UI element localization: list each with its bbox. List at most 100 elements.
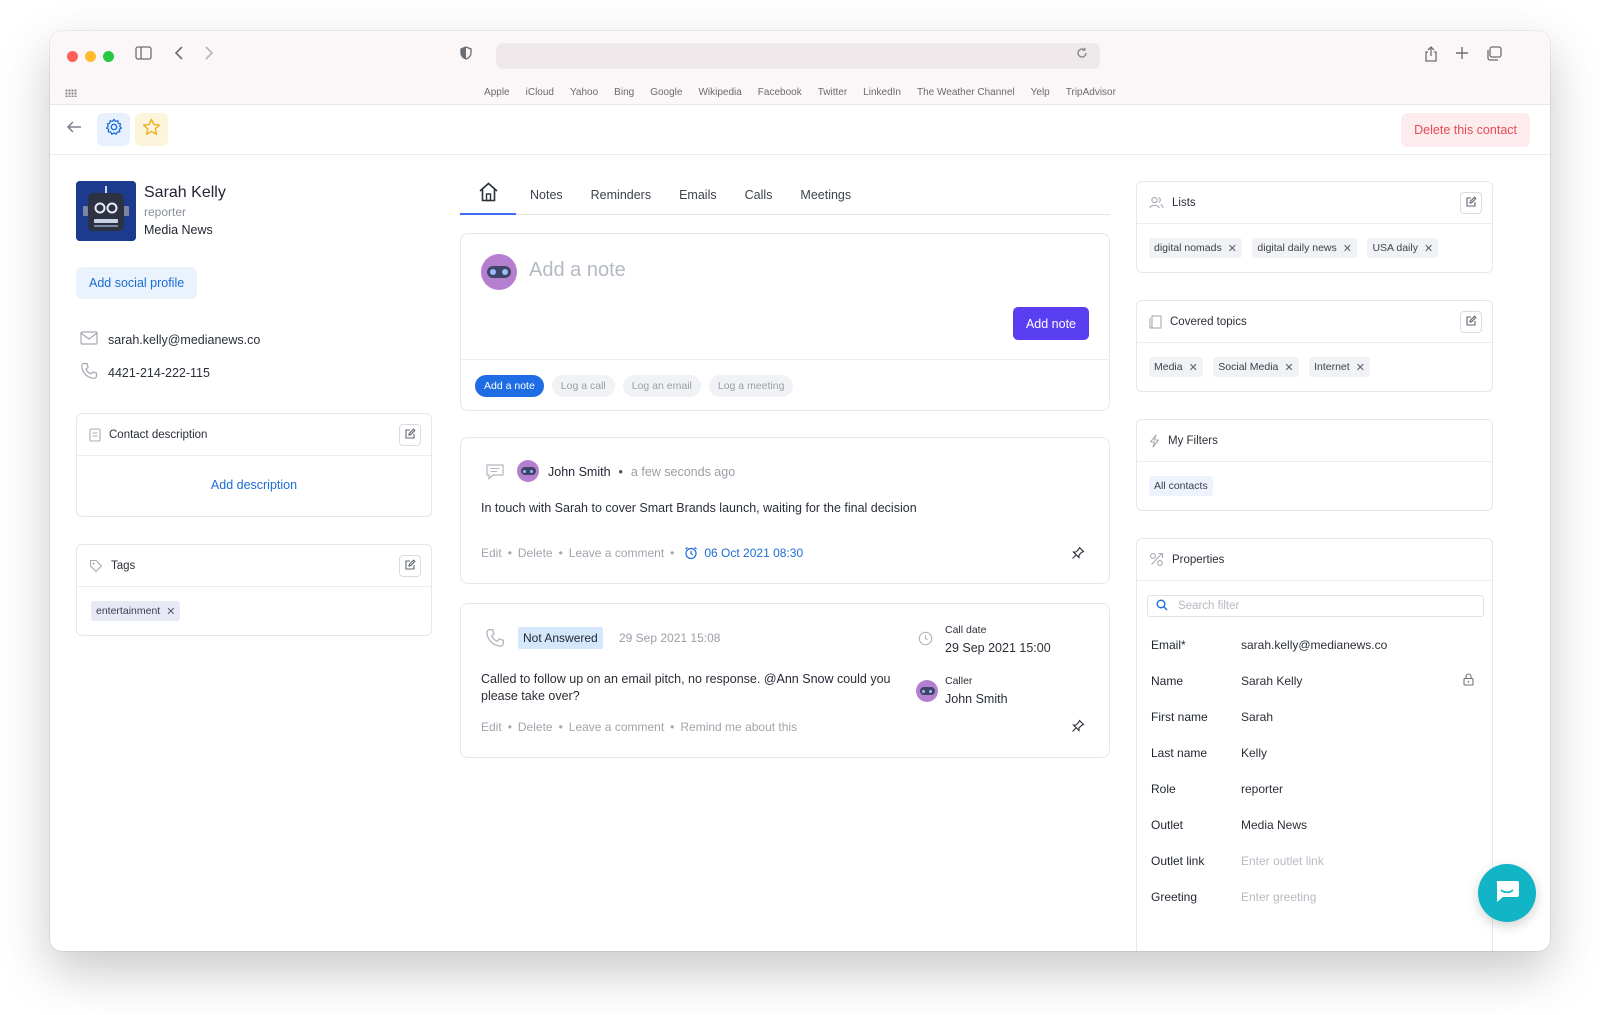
property-row[interactable]: Email* sarah.kelly@medianews.co xyxy=(1151,638,1387,652)
edit-link[interactable]: Edit xyxy=(481,546,502,560)
contact-phone[interactable]: 4421-214-222-115 xyxy=(108,366,210,380)
tab-home[interactable] xyxy=(460,181,516,215)
contact-phone-row[interactable]: 4421-214-222-115 xyxy=(80,362,210,383)
tab-emails[interactable]: Emails xyxy=(665,181,731,214)
chat-widget-button[interactable] xyxy=(1478,864,1536,922)
address-bar[interactable] xyxy=(496,43,1100,69)
mention-link[interactable]: @Ann Snow xyxy=(764,672,834,686)
filter-chip[interactable]: All contacts xyxy=(1149,476,1213,496)
properties-search-input[interactable]: Search filter xyxy=(1147,595,1484,617)
chip-label: Social Media xyxy=(1218,361,1279,373)
minimize-window-button[interactable] xyxy=(85,51,96,62)
favorite-link[interactable]: Facebook xyxy=(758,87,802,98)
lists-chips: digital nomads ✕ digital daily news ✕ USA … xyxy=(1137,224,1492,272)
favorite-link[interactable]: Bing xyxy=(614,87,634,98)
property-value[interactable]: Enter greeting xyxy=(1241,890,1316,904)
topics-chips: Media ✕ Social Media ✕ Internet ✕ xyxy=(1137,343,1492,391)
property-value[interactable]: Sarah Kelly xyxy=(1241,674,1302,688)
favorite-link[interactable]: Yelp xyxy=(1031,87,1050,98)
favorite-link[interactable]: Google xyxy=(650,87,682,98)
add-note-button[interactable]: Add note xyxy=(1012,307,1089,340)
property-value[interactable]: Media News xyxy=(1241,818,1307,832)
reminder-date[interactable]: 06 Oct 2021 08:30 xyxy=(704,546,803,560)
pin-icon[interactable] xyxy=(1071,546,1085,565)
privacy-shield-icon[interactable] xyxy=(460,46,472,64)
favorite-link[interactable]: Yahoo xyxy=(570,87,598,98)
browser-back-icon[interactable] xyxy=(174,46,184,64)
edit-description-button[interactable] xyxy=(399,424,421,446)
add-description-link[interactable]: Add description xyxy=(77,456,431,492)
remove-icon[interactable]: ✕ xyxy=(1228,242,1237,255)
favorite-link[interactable]: TripAdvisor xyxy=(1066,87,1116,98)
favorite-link[interactable]: LinkedIn xyxy=(863,87,901,98)
my-filters-card: My Filters All contacts xyxy=(1136,419,1493,511)
add-social-profile-button[interactable]: Add social profile xyxy=(76,267,198,299)
divider xyxy=(461,359,1109,360)
composer-mode-pills: Add a note Log a call Log an email Log a… xyxy=(475,375,794,397)
property-row[interactable]: First name Sarah xyxy=(1151,710,1273,724)
tab-calls[interactable]: Calls xyxy=(731,181,787,214)
remove-icon[interactable]: ✕ xyxy=(1424,242,1433,255)
favorite-link[interactable]: Twitter xyxy=(818,87,847,98)
edit-topics-button[interactable] xyxy=(1460,311,1482,333)
back-arrow-icon[interactable] xyxy=(66,120,82,139)
edit-tags-button[interactable] xyxy=(399,555,421,577)
tab-meetings[interactable]: Meetings xyxy=(786,181,865,214)
leave-comment-link[interactable]: Leave a comment xyxy=(569,546,664,560)
maximize-window-button[interactable] xyxy=(103,51,114,62)
tab-reminders[interactable]: Reminders xyxy=(577,181,665,214)
browser-forward-icon[interactable] xyxy=(204,46,214,64)
favorite-link[interactable]: Apple xyxy=(484,87,510,98)
property-row[interactable]: Outlet link Enter outlet link xyxy=(1151,854,1324,868)
add-note-pill[interactable]: Add a note xyxy=(475,375,544,397)
property-row[interactable]: Name Sarah Kelly xyxy=(1151,674,1302,688)
edit-link[interactable]: Edit xyxy=(481,720,502,734)
note-input[interactable]: Add a note xyxy=(529,259,626,282)
leave-comment-link[interactable]: Leave a comment xyxy=(569,720,664,734)
delete-link[interactable]: Delete xyxy=(518,720,553,734)
favorite-link[interactable]: iCloud xyxy=(526,87,554,98)
reload-icon[interactable] xyxy=(1076,47,1092,63)
property-value[interactable]: sarah.kelly@medianews.co xyxy=(1241,638,1387,652)
tab-notes[interactable]: Notes xyxy=(516,181,577,214)
pin-icon[interactable] xyxy=(1071,719,1085,738)
property-row[interactable]: Outlet Media News xyxy=(1151,818,1307,832)
separator-dot: • xyxy=(618,465,623,479)
contact-email-row[interactable]: sarah.kelly@medianews.co xyxy=(80,331,260,348)
log-email-pill[interactable]: Log an email xyxy=(622,375,701,397)
sidebar-toggle-icon[interactable] xyxy=(135,46,152,64)
remove-icon[interactable]: ✕ xyxy=(1356,361,1365,374)
property-value[interactable]: Enter outlet link xyxy=(1241,854,1324,868)
edit-lists-button[interactable] xyxy=(1460,192,1482,214)
close-window-button[interactable] xyxy=(67,51,78,62)
settings-button[interactable] xyxy=(97,113,130,146)
remove-icon[interactable]: ✕ xyxy=(1189,361,1198,374)
property-value[interactable]: Sarah xyxy=(1241,710,1273,724)
property-row[interactable]: Greeting Enter greeting xyxy=(1151,890,1316,904)
favorite-button[interactable] xyxy=(135,113,168,146)
log-meeting-pill[interactable]: Log a meeting xyxy=(708,375,794,397)
remind-me-link[interactable]: Remind me about this xyxy=(680,720,797,734)
remove-icon[interactable]: ✕ xyxy=(1284,361,1293,374)
delete-link[interactable]: Delete xyxy=(518,546,553,560)
property-row[interactable]: Last name Kelly xyxy=(1151,746,1267,760)
delete-contact-button[interactable]: Delete this contact xyxy=(1401,113,1530,147)
new-tab-icon[interactable] xyxy=(1455,46,1469,64)
remove-icon[interactable]: ✕ xyxy=(1343,242,1352,255)
apps-grid-icon[interactable] xyxy=(65,89,77,97)
favorite-link[interactable]: Wikipedia xyxy=(698,87,741,98)
contact-email[interactable]: sarah.kelly@medianews.co xyxy=(108,333,260,347)
document-icon xyxy=(89,427,101,442)
favorite-link[interactable]: The Weather Channel xyxy=(917,87,1015,98)
property-value[interactable]: reporter xyxy=(1241,782,1283,796)
card-header: Lists xyxy=(1137,182,1492,224)
log-call-pill[interactable]: Log a call xyxy=(551,375,615,397)
tab-overview-icon[interactable] xyxy=(1486,46,1502,65)
covered-topics-card: Covered topics Media ✕ Social Media ✕ Inte… xyxy=(1136,300,1493,392)
user-avatar xyxy=(481,254,517,290)
property-row[interactable]: Role reporter xyxy=(1151,782,1283,796)
note-body: In touch with Sarah to cover Smart Brand… xyxy=(481,501,917,515)
property-value[interactable]: Kelly xyxy=(1241,746,1267,760)
share-icon[interactable] xyxy=(1424,46,1438,66)
remove-icon[interactable]: ✕ xyxy=(166,605,175,618)
